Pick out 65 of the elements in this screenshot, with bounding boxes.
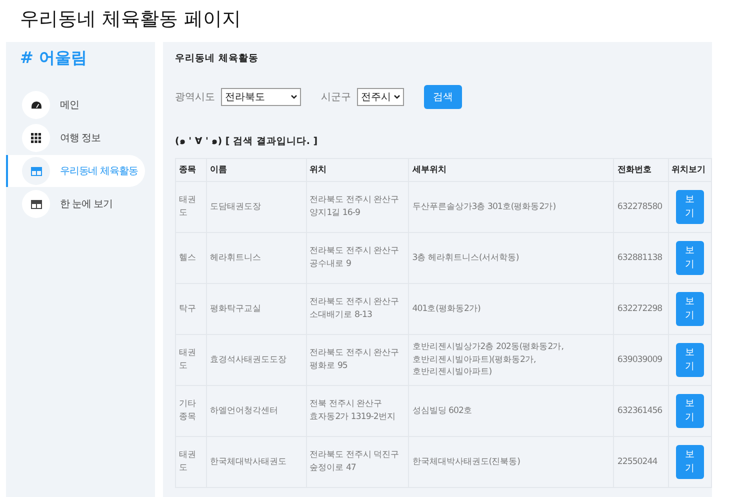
result-title: (๑ ' ∀ ' ๑) [ 검색 결과입니다. ] <box>175 135 319 148</box>
table-cell: 한국체대박사태권도(진북동) <box>408 436 614 488</box>
table-cell: 두산푸른솔상가3층 301호(평화동2가) <box>408 182 614 232</box>
table-icon <box>30 200 42 208</box>
table-cell: 헤라휘트니스 <box>206 232 306 284</box>
view-button[interactable]: 보기 <box>676 445 704 479</box>
search-button[interactable]: 검색 <box>424 85 462 109</box>
column-header: 종목 <box>176 158 207 182</box>
table-cell: 전라북도 전주시 완산구 소대배기로 8-13 <box>306 284 409 334</box>
table-cell: 632272298 <box>614 284 668 334</box>
table-cell: 기타종목 <box>176 386 207 436</box>
panel-heading: 우리동네 체육활동 <box>175 52 260 65</box>
page-title: 우리동네 체육활동 페이지 <box>20 7 242 32</box>
sidebar-item[interactable]: 우리동네 체육활동 <box>6 155 145 187</box>
column-header: 세부위치 <box>408 158 614 182</box>
table-cell: 헬스 <box>176 232 207 284</box>
table-cell: 도담태권도장 <box>206 182 306 232</box>
table-cell: 전라북도 전주시 완산구 공수내로 9 <box>306 232 409 284</box>
table-cell: 탁구 <box>176 284 207 334</box>
column-header: 전화번호 <box>614 158 668 182</box>
table-cell: 전라북도 전주시 완산구 양지1길 16-9 <box>306 182 409 232</box>
caret-icon <box>291 95 297 99</box>
table-cell: 전북 전주시 완산구 효자동2가 1319-2번지 <box>306 386 409 436</box>
table-cell: 평화탁구교실 <box>206 284 306 334</box>
grid-icon <box>31 133 41 143</box>
filter-label: 광역시도 <box>175 91 215 104</box>
table-cell: 22550244 <box>614 436 668 488</box>
column-header: 위치 <box>306 158 409 182</box>
view-button[interactable]: 보기 <box>676 394 704 428</box>
table-cell: 639039009 <box>614 334 668 386</box>
table-cell: 401호(평화동2가) <box>408 284 614 334</box>
caret-icon <box>394 95 400 99</box>
table-cell: 전라북도 전주시 덕진구 숲정이로 47 <box>306 436 409 488</box>
logo[interactable]: # 어울림 <box>6 48 155 89</box>
sidebar-item-label: 메인 <box>60 99 79 112</box>
sidebar-item-label: 우리동네 체육활동 <box>60 165 138 178</box>
sidebar-item-label: 여행 정보 <box>60 132 100 145</box>
table-cell: 태권도 <box>176 182 207 232</box>
table-cell: 하엘언어청각센터 <box>206 386 306 436</box>
filter-label: 시군구 <box>321 91 351 104</box>
view-button[interactable]: 보기 <box>676 343 704 377</box>
table-cell: 성심빌딩 602호 <box>408 386 614 436</box>
table-cell: 한국체대박사태권도 <box>206 436 306 488</box>
sidebar-item-label: 한 눈에 보기 <box>60 198 112 211</box>
sidebar-item[interactable]: 여행 정보 <box>6 122 145 154</box>
table-cell: 632361456 <box>614 386 668 436</box>
dropdown[interactable]: 전주시 <box>357 88 404 106</box>
view-button[interactable]: 보기 <box>676 190 704 224</box>
sidebar-item[interactable]: 메인 <box>6 89 145 121</box>
table-icon <box>30 166 42 176</box>
table-cell: 효경석사태권도도장 <box>206 334 306 386</box>
gauge-icon <box>30 100 42 110</box>
view-button[interactable]: 보기 <box>676 241 704 275</box>
sidebar-item[interactable]: 한 눈에 보기 <box>6 188 145 220</box>
table-cell: 전라북도 전주시 완산구 평화로 95 <box>306 334 409 386</box>
table-cell: 호반리젠시빌상가2층 202동(평화동2가, 호반리젠시빌아파트)(평화동2가, 호반리젠시빌아파트) <box>408 334 614 386</box>
table-cell: 632278580 <box>614 182 668 232</box>
column-header: 이름 <box>206 158 306 182</box>
table-cell: 태권도 <box>176 436 207 488</box>
table-cell: 태권도 <box>176 334 207 386</box>
view-button[interactable]: 보기 <box>676 292 704 326</box>
table-cell: 3층 헤라휘트니스(서서학동) <box>408 232 614 284</box>
column-header: 위치보기 <box>668 158 712 182</box>
table-cell: 632881138 <box>614 232 668 284</box>
dropdown[interactable]: 전라북도 <box>221 88 301 106</box>
